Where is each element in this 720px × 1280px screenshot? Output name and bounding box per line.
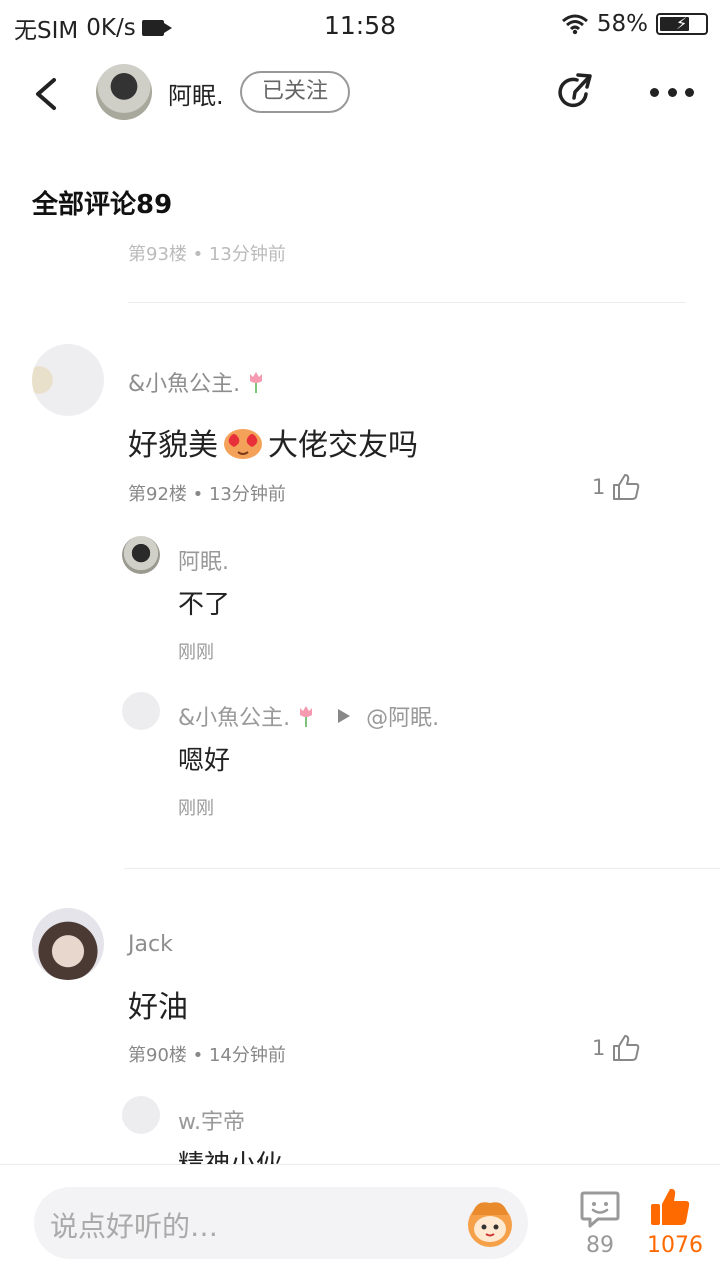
reply-avatar[interactable] <box>122 692 160 730</box>
reply-author-name: &小魚公主. <box>178 706 291 731</box>
reply-avatar[interactable] <box>122 1096 160 1134</box>
top-nav: 阿眠. 已关注 <box>0 52 720 132</box>
thumbs-up-filled-icon[interactable] <box>648 1185 692 1229</box>
reply-avatar[interactable] <box>122 536 160 574</box>
reply-time: 刚刚 <box>178 798 214 819</box>
like-count: 1 <box>592 1036 606 1060</box>
avatar[interactable] <box>32 908 104 980</box>
like-button[interactable]: 1 <box>592 472 641 502</box>
thumbs-up-icon <box>613 474 640 500</box>
back-arrow-icon[interactable] <box>28 74 64 114</box>
floor-number: 第90楼 <box>128 1045 187 1066</box>
thumbs-up-icon <box>613 1035 640 1061</box>
comment-bubble-icon[interactable] <box>578 1187 622 1231</box>
author-name[interactable]: 阿眠. <box>168 76 224 111</box>
bottom-bar: 说点好听的… 89 1076 <box>0 1164 720 1280</box>
share-icon[interactable] <box>556 72 596 112</box>
wifi-icon <box>561 14 588 35</box>
like-button[interactable]: 1 <box>592 1033 641 1063</box>
reply-to-mention[interactable]: @阿眠. <box>366 700 439 732</box>
comment-text-before: 好貌美 <box>128 428 218 463</box>
comments-heading: 全部评论89 <box>32 190 173 220</box>
comment-time: 13分钟前 <box>208 484 286 505</box>
follow-button[interactable]: 已关注 <box>240 71 350 113</box>
battery-icon: ⚡ <box>656 13 708 35</box>
comment-time: 14分钟前 <box>208 1045 286 1066</box>
reply-author[interactable]: w.宇帝 <box>178 1104 245 1136</box>
comment-text-after: 大佬交友吗 <box>268 428 418 463</box>
more-options-icon[interactable] <box>650 88 694 98</box>
status-bar: 无SIM 0K/s 11:58 58% ⚡ <box>0 0 720 52</box>
comment-meta: 第92楼 • 13分钟前 <box>128 484 286 505</box>
partial-comment-meta: 第93楼 • 13分钟前 <box>128 244 286 262</box>
mascot-emoji-icon[interactable] <box>462 1195 518 1251</box>
user-avatar[interactable] <box>96 64 152 120</box>
like-count: 1 <box>592 475 606 499</box>
reply-text: 嗯好 <box>178 746 231 776</box>
comment-count: 89 <box>586 1233 614 1258</box>
battery-percent: 58% <box>596 11 648 37</box>
reply-author[interactable]: &小魚公主. @阿眠. <box>178 700 439 732</box>
comment-meta: 第90楼 • 14分钟前 <box>128 1045 286 1066</box>
tulip-emoji-icon <box>300 706 313 727</box>
comment-author[interactable]: Jack <box>128 932 173 957</box>
floor-number: 第92楼 <box>128 484 187 505</box>
comment-input-placeholder: 说点好听的… <box>50 1210 219 1243</box>
divider <box>128 302 686 303</box>
heart-eyes-emoji-icon <box>224 429 262 459</box>
reply-arrow-icon <box>338 709 351 723</box>
tulip-emoji-icon <box>250 372 263 393</box>
comment-text: 好貌美 大佬交友吗 <box>128 420 418 464</box>
divider <box>124 868 720 869</box>
status-right: 58% ⚡ <box>561 11 708 37</box>
post-like-count: 1076 <box>647 1233 703 1258</box>
comment-text: 好油 <box>128 990 188 1025</box>
reply-text: 不了 <box>178 590 231 620</box>
comment-author-name: &小魚公主. <box>128 372 241 397</box>
reply-author[interactable]: 阿眠. <box>178 544 229 576</box>
comment-author[interactable]: &小魚公主. <box>128 366 266 398</box>
comment-input[interactable]: 说点好听的… <box>34 1187 528 1259</box>
avatar[interactable] <box>32 344 104 416</box>
reply-time: 刚刚 <box>178 642 214 663</box>
